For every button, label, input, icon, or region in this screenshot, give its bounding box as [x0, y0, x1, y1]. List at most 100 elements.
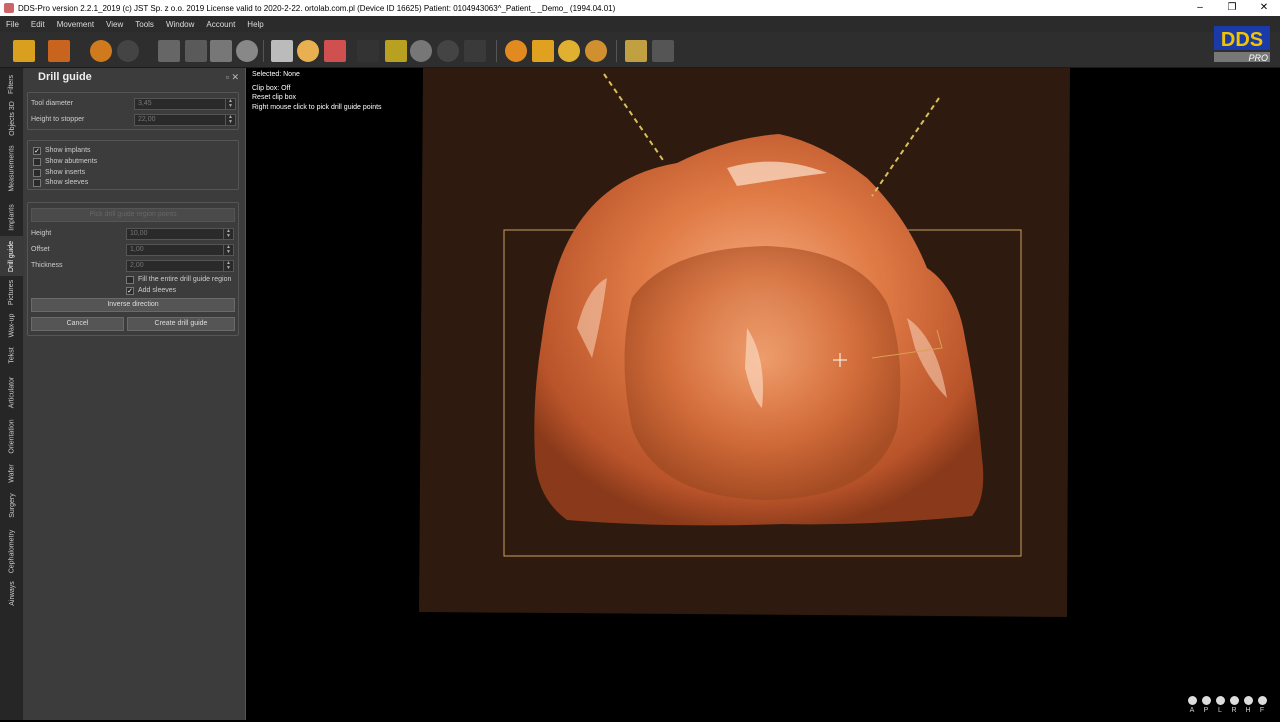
- svg-text:PRO: PRO: [1248, 53, 1268, 63]
- create-drill-guide-button[interactable]: Create drill guide: [127, 317, 235, 331]
- palate-region: [625, 246, 901, 500]
- dental-model-scene: [247, 68, 1280, 720]
- sphere-disabled-icon: [437, 40, 459, 62]
- guide-region-group: Pick drill guide region points Height 10…: [27, 202, 239, 336]
- toolbar-separator: [496, 40, 497, 62]
- close-button[interactable]: ✕: [1248, 0, 1280, 16]
- slices-icon[interactable]: [210, 40, 232, 62]
- redo-icon[interactable]: [117, 40, 139, 62]
- layers-icon[interactable]: [185, 40, 207, 62]
- menu-window[interactable]: Window: [160, 20, 200, 29]
- show-implants-checkbox[interactable]: ✓Show implants: [33, 146, 91, 156]
- tab-wafer[interactable]: Wafer: [0, 458, 24, 488]
- tab-implants[interactable]: Implants: [0, 198, 24, 236]
- view-anterior-button[interactable]: A: [1186, 696, 1198, 714]
- selected-status: Selected: None: [252, 70, 382, 80]
- cancel-button[interactable]: Cancel: [31, 317, 124, 331]
- dds-pro-logo: DDS PRO: [1210, 20, 1274, 64]
- show-inserts-checkbox[interactable]: Show inserts: [33, 168, 85, 178]
- zoom-icon[interactable]: [558, 40, 580, 62]
- view-orientation-buttons: A P L R H F: [1186, 696, 1268, 714]
- title-bar: DDS-Pro version 2.2.1_2019 (c) JST Sp. z…: [0, 0, 1280, 16]
- menu-bar: File Edit Movement View Tools Window Acc…: [0, 16, 1280, 32]
- maximize-button[interactable]: ❐: [1216, 0, 1248, 16]
- clip-box-status: Clip box: Off: [252, 84, 382, 94]
- skull-icon[interactable]: [271, 40, 293, 62]
- inverse-direction-button[interactable]: Inverse direction: [31, 298, 235, 312]
- view-left-button[interactable]: L: [1214, 696, 1226, 714]
- disabled-tool-icon: [357, 40, 379, 62]
- drill-guide-icon[interactable]: [385, 40, 407, 62]
- svg-text:DDS: DDS: [1221, 29, 1263, 51]
- menu-movement[interactable]: Movement: [51, 20, 100, 29]
- open-icon[interactable]: [13, 40, 35, 62]
- axis-icon[interactable]: [625, 40, 647, 62]
- thickness-input[interactable]: 2,00▲▼: [126, 260, 234, 272]
- tab-cephalometry[interactable]: Cephalometry: [0, 524, 24, 578]
- view-right-button[interactable]: R: [1228, 696, 1240, 714]
- tab-orientation[interactable]: Orientation: [0, 414, 24, 458]
- left-tab-strip: Filters Objects 3D Measurements Implants…: [0, 68, 24, 720]
- minimize-button[interactable]: –: [1184, 0, 1216, 16]
- viewport-info: Selected: None Clip box: Off Reset clip …: [252, 70, 382, 112]
- tab-airways[interactable]: Airways: [0, 578, 24, 608]
- thickness-label: Thickness: [31, 260, 63, 272]
- reset-clip-box-link[interactable]: Reset clip box: [252, 93, 382, 103]
- tab-wax-up[interactable]: Wax-up: [0, 308, 24, 342]
- float-panel-icon[interactable]: ▫: [226, 72, 229, 82]
- height-to-stopper-input[interactable]: 22,00▲▼: [134, 114, 236, 126]
- pick-drill-guide-points-button[interactable]: Pick drill guide region points: [31, 208, 235, 222]
- window-title: DDS-Pro version 2.2.1_2019 (c) JST Sp. z…: [18, 4, 615, 13]
- pick-points-hint: Right mouse click to pick drill guide po…: [252, 103, 382, 113]
- fill-region-checkbox[interactable]: Fill the entire drill guide region: [126, 275, 231, 285]
- undo-icon[interactable]: [90, 40, 112, 62]
- height-to-stopper-label: Height to stopper: [31, 114, 84, 126]
- view-foot-button[interactable]: F: [1256, 696, 1268, 714]
- height-label: Height: [31, 228, 51, 240]
- menu-tools[interactable]: Tools: [129, 20, 160, 29]
- height-input[interactable]: 10,00▲▼: [126, 228, 234, 240]
- menu-help[interactable]: Help: [241, 20, 269, 29]
- tab-surgery[interactable]: Surgery: [0, 488, 24, 522]
- tab-objects-3d[interactable]: Objects 3D: [0, 98, 24, 138]
- show-sleeves-checkbox[interactable]: Show sleeves: [33, 178, 88, 188]
- offset-label: Offset: [31, 244, 50, 256]
- reset-view-icon[interactable]: [585, 40, 607, 62]
- tool-diameter-input[interactable]: 3,45▲▼: [134, 98, 236, 110]
- menu-edit[interactable]: Edit: [25, 20, 51, 29]
- render-icon[interactable]: [236, 40, 258, 62]
- tab-tekst[interactable]: Tekst: [0, 342, 24, 368]
- offset-input[interactable]: 1,00▲▼: [126, 244, 234, 256]
- view-head-button[interactable]: H: [1242, 696, 1254, 714]
- rotate-icon[interactable]: [505, 40, 527, 62]
- menu-account[interactable]: Account: [200, 20, 241, 29]
- exit-icon[interactable]: [652, 40, 674, 62]
- clip-disabled-icon: [464, 40, 486, 62]
- view-posterior-button[interactable]: P: [1200, 696, 1212, 714]
- sphere-icon[interactable]: [410, 40, 432, 62]
- toolbar-separator: [263, 40, 264, 62]
- app-icon: [4, 3, 14, 13]
- toolbar-separator: [616, 40, 617, 62]
- tab-measurements[interactable]: Measurements: [0, 140, 24, 196]
- add-sleeves-checkbox[interactable]: ✓Add sleeves: [126, 286, 176, 296]
- teeth-icon[interactable]: [324, 40, 346, 62]
- close-panel-icon[interactable]: ✕: [231, 72, 239, 82]
- tab-articulator[interactable]: Articulator: [0, 370, 24, 414]
- download-icon[interactable]: [48, 40, 70, 62]
- show-abutments-checkbox[interactable]: Show abutments: [33, 157, 97, 167]
- grid-icon[interactable]: [158, 40, 180, 62]
- cloud-icon[interactable]: [297, 40, 319, 62]
- tool-group: Tool diameter 3,45▲▼ Height to stopper 2…: [27, 92, 239, 130]
- 3d-viewport[interactable]: [247, 68, 1280, 720]
- menu-file[interactable]: File: [0, 20, 25, 29]
- tab-filters[interactable]: Filters: [0, 70, 24, 98]
- panel-title: Drill guide: [38, 71, 92, 83]
- tool-diameter-label: Tool diameter: [31, 98, 73, 110]
- move-icon[interactable]: [532, 40, 554, 62]
- show-options-group: ✓Show implants Show abutments Show inser…: [27, 140, 239, 190]
- drill-guide-panel: Drill guide ▫ ✕ Tool diameter 3,45▲▼ Hei…: [24, 68, 246, 720]
- menu-view[interactable]: View: [100, 20, 129, 29]
- tab-drill-guide[interactable]: Drill guide: [0, 236, 24, 276]
- tab-pictures[interactable]: Pictures: [0, 276, 24, 308]
